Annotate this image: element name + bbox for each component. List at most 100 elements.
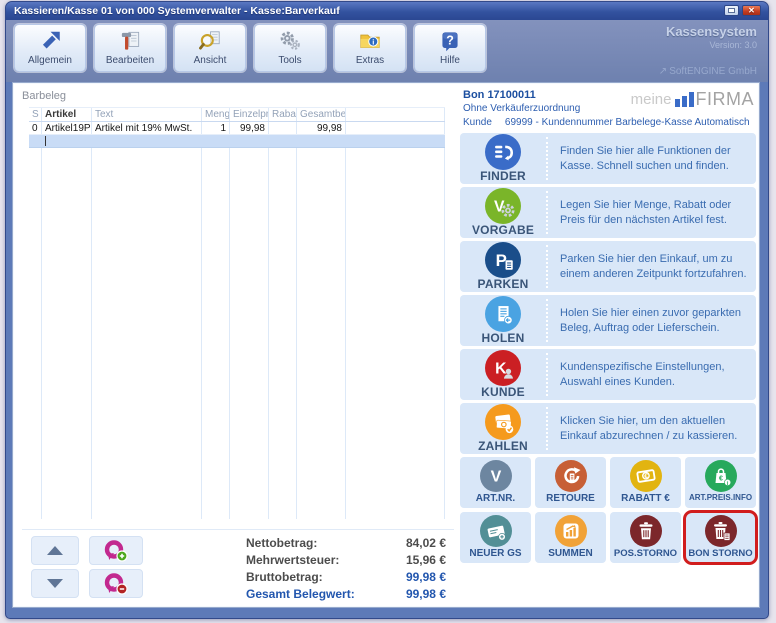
action-description: Legen Sie hier Menge, Rabatt oder Preis …	[560, 198, 732, 226]
empty-col	[42, 148, 92, 519]
toolbar-button-allgemein[interactable]: Allgemein	[14, 24, 86, 72]
folder-info-icon: i	[360, 34, 380, 48]
button-retoure[interactable]: RETOURE	[535, 457, 606, 508]
toolbar-button-bearbeiten[interactable]: Bearbeiten	[94, 24, 166, 72]
row-down-button[interactable]	[31, 569, 79, 598]
button-art-preis-info[interactable]: € i ART.PREIS.INFO	[685, 457, 756, 508]
toolbar-button-tools[interactable]: Tools	[254, 24, 326, 72]
cell-artikel: Artikel19Prozen	[42, 122, 92, 134]
col-header-rabatt: Rabatt	[269, 108, 297, 121]
grid-label: POS.STORNO	[613, 548, 678, 559]
quick-button-grid: V ART.NR. RETOURE € RABATT € € i ART.PRE…	[460, 457, 758, 565]
table-empty-area[interactable]	[29, 148, 445, 519]
grid-label: RABATT €	[621, 493, 670, 504]
hammer-document-icon	[121, 31, 140, 50]
section-label: Barbeleg	[22, 90, 67, 102]
svg-text:?: ?	[446, 33, 454, 47]
zahlen-cash-icon	[485, 404, 521, 440]
table-row-selected[interactable]	[29, 135, 445, 148]
add-position-button[interactable]	[89, 536, 143, 565]
action-finder[interactable]: FINDER Finden Sie hier alle Funktionen d…	[460, 133, 756, 184]
toolbar-button-hilfe[interactable]: ? Hilfe	[414, 24, 486, 72]
bon-header: Bon 17100011 Ohne Verkäuferzuordnung Kun…	[463, 89, 756, 133]
total-label: Bruttobetrag:	[246, 569, 323, 584]
empty-col	[346, 148, 445, 519]
total-value: 99,98 €	[405, 586, 446, 601]
grid-label: NEUER GS	[469, 548, 522, 559]
action-kunde[interactable]: K KUNDE Kundenspezifische Einstellungen,…	[460, 349, 756, 400]
toolbar-button-extras[interactable]: i Extras	[334, 24, 406, 72]
add-comment-icon	[104, 539, 128, 562]
title-bar[interactable]: Kassieren/Kasse 01 von 000 Systemverwalt…	[6, 2, 768, 20]
total-netto: Nettobetrag: 84,02 €	[246, 534, 446, 551]
toolbar-button-ansicht[interactable]: Ansicht	[174, 24, 246, 72]
total-value: 84,02 €	[405, 535, 446, 550]
retoure-arrow-icon	[554, 460, 587, 492]
logo-text-suffix: FIRMA	[695, 89, 754, 109]
button-bon-storno[interactable]: BON STORNO	[683, 510, 758, 565]
vorgabe-gear-icon: V	[485, 188, 521, 224]
bon-storno-trash-icon	[704, 515, 737, 547]
art-nr-icon: V	[479, 460, 512, 492]
button-art-nr[interactable]: V ART.NR.	[460, 457, 531, 508]
action-description: Holen Sie hier einen zuvor geparkten Bel…	[560, 306, 742, 334]
remove-position-button[interactable]	[89, 569, 143, 598]
col-header-gesamtbetrag: Gesamtbetrag	[297, 108, 346, 121]
svg-text:P: P	[495, 251, 506, 270]
restore-button[interactable]	[724, 5, 739, 16]
company-link[interactable]: ↗ SoftENGINE GmbH	[659, 66, 757, 78]
product-name: Kassensystem	[665, 24, 757, 39]
col-header-artikel: Artikel	[42, 108, 92, 121]
arrow-up-icon	[47, 546, 63, 555]
toolbar-button-label: Bearbeiten	[105, 55, 155, 66]
gears-icon	[280, 31, 300, 50]
position-table: S Artikel Text Menge Einzelpreis Rabatt …	[29, 107, 445, 519]
action-panel: Bon 17100011 Ohne Verkäuferzuordnung Kun…	[458, 83, 759, 607]
cell-filler	[346, 122, 445, 134]
summen-chart-icon	[554, 515, 587, 547]
button-summen[interactable]: SUMMEN	[535, 512, 606, 563]
logo-bars-icon	[674, 92, 694, 108]
cell-einzelpreis: 99,98	[230, 122, 269, 134]
window-title: Kassieren/Kasse 01 von 000 Systemverwalt…	[14, 5, 340, 17]
grid-label: SUMMEN	[548, 548, 593, 559]
action-label: PARKEN	[477, 277, 529, 291]
text-caret	[45, 136, 46, 146]
action-parken[interactable]: P PARKEN Parken Sie hier den Einkauf, um…	[460, 241, 756, 292]
action-zahlen[interactable]: ZAHLEN Klicken Sie hier, um den aktuelle…	[460, 403, 756, 454]
finder-list-icon	[485, 134, 521, 170]
total-label: Mehrwertsteuer:	[246, 552, 340, 567]
button-rabatt[interactable]: € RABATT €	[610, 457, 681, 508]
company-logo: meine FIRMA	[631, 89, 754, 109]
gift-card-icon	[479, 515, 512, 547]
cell-rabatt	[269, 122, 297, 134]
table-row[interactable]: 0 Artikel19Prozen Artikel mit 19% MwSt. …	[29, 122, 445, 135]
product-version: Version: 3.0	[709, 39, 757, 50]
total-brutto: Bruttobetrag: 99,98 €	[246, 568, 446, 585]
content-area: Barbeleg S Artikel Text Menge Einzelprei…	[12, 82, 760, 608]
cell-gesamtbetrag: 99,98	[297, 122, 346, 134]
close-button[interactable]: ✕	[742, 5, 761, 16]
toolbar-button-label: Tools	[278, 55, 302, 66]
action-description: Kundenspezifische Einstellungen, Auswahl…	[560, 360, 725, 388]
action-holen[interactable]: HOLEN Holen Sie hier einen zuvor geparkt…	[460, 295, 756, 346]
empty-col	[297, 148, 346, 519]
action-vorgabe[interactable]: V VORGABE Legen Sie hier Menge, Rabatt o…	[460, 187, 756, 238]
app-window: Kassieren/Kasse 01 von 000 Systemverwalt…	[5, 1, 769, 619]
total-label: Gesamt Belegwert:	[246, 586, 355, 601]
col-header-filler	[346, 108, 445, 121]
total-value: 15,96 €	[405, 552, 446, 567]
button-pos-storno[interactable]: POS.STORNO	[610, 512, 681, 563]
svg-text:€: €	[719, 476, 723, 483]
grid-label: RETOURE	[546, 493, 595, 504]
action-description: Klicken Sie hier, um den aktuellen Einka…	[560, 414, 738, 442]
row-up-button[interactable]	[31, 536, 79, 565]
button-neuer-gs[interactable]: NEUER GS	[460, 512, 531, 563]
col-header-s: S	[29, 108, 42, 121]
empty-col	[202, 148, 230, 519]
holen-receipt-icon	[485, 296, 521, 332]
svg-text:€: €	[644, 473, 648, 480]
grid-label: ART.NR.	[475, 493, 516, 504]
action-description: Parken Sie hier den Einkauf, um zu einem…	[560, 252, 747, 280]
totals-block: Nettobetrag: 84,02 € Mehrwertsteuer: 15,…	[246, 534, 446, 601]
